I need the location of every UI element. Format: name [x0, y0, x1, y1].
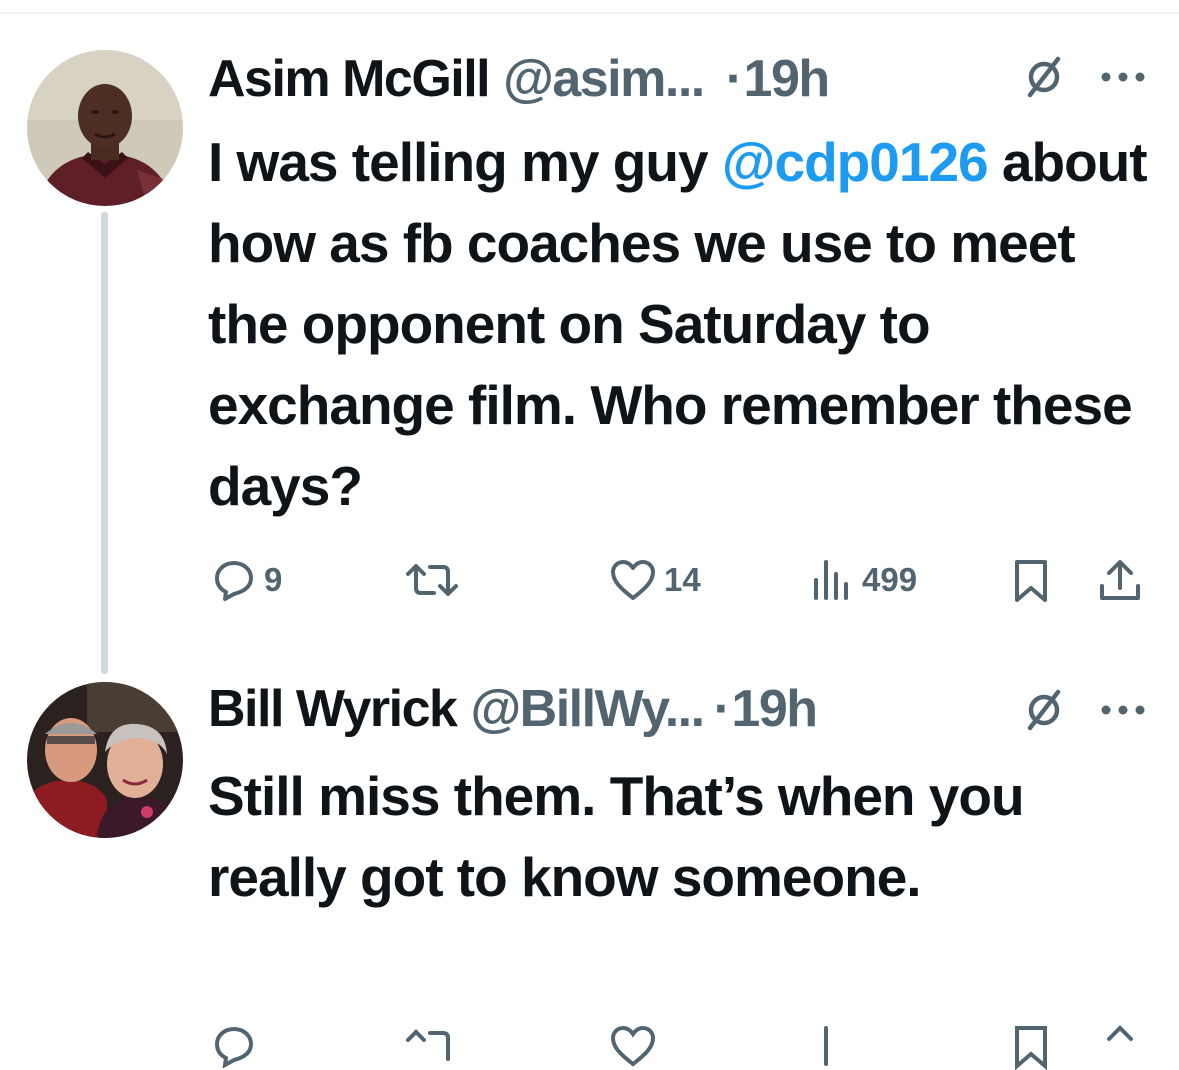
like-button[interactable]: 14 — [610, 558, 701, 602]
views-icon — [824, 1026, 828, 1066]
share-icon — [1107, 1025, 1133, 1041]
views-count: 499 — [862, 561, 918, 598]
share-button[interactable] — [1098, 1024, 1142, 1070]
views-button[interactable]: 499 — [810, 558, 917, 602]
retweet-button[interactable] — [404, 1026, 460, 1066]
tweet-text: Still miss them. That’s when you really … — [208, 756, 1088, 918]
like-count: 14 — [664, 561, 701, 598]
reply-button[interactable] — [212, 1024, 256, 1068]
reply-icon — [215, 561, 253, 601]
tweet-header: Asim McGill @asim... · 19h — [208, 44, 831, 114]
grok-icon[interactable] — [1024, 688, 1064, 737]
author-handle[interactable]: @asim... — [503, 49, 705, 109]
bookmark-icon — [1015, 1026, 1047, 1070]
top-divider — [0, 12, 1179, 14]
tweet-text: I was telling my guy @cdp0126 about how … — [208, 122, 1158, 527]
views-button[interactable] — [810, 1024, 854, 1068]
bookmark-button[interactable] — [1012, 1024, 1050, 1070]
separator-dot: · — [713, 680, 731, 738]
like-button[interactable] — [610, 1024, 656, 1068]
heart-icon — [610, 1025, 656, 1067]
more-icon[interactable] — [1100, 70, 1146, 88]
reply-count: 9 — [264, 561, 283, 598]
reply-icon — [214, 1026, 254, 1068]
tweet-header: Bill Wyrick @BillWy... · 19h — [208, 674, 818, 744]
retweet-button[interactable] — [404, 560, 468, 600]
grok-icon[interactable] — [1024, 55, 1064, 104]
avatar-bill[interactable] — [27, 682, 183, 838]
tweet-text-part: I was telling my guy — [208, 131, 722, 193]
heart-icon — [611, 560, 655, 600]
thread-connector-line — [101, 212, 108, 674]
retweet-icon — [406, 1029, 450, 1061]
views-icon — [814, 560, 848, 600]
reply-button[interactable]: 9 — [212, 558, 282, 602]
tweet-text-part: Still miss them. That’s when you really … — [208, 765, 1025, 908]
avatar-asim[interactable] — [27, 50, 183, 206]
more-icon[interactable] — [1100, 703, 1146, 721]
mention-link[interactable]: @cdp0126 — [722, 131, 989, 193]
bookmark-button[interactable] — [1012, 558, 1050, 604]
author-handle[interactable]: @BillWy... — [470, 679, 705, 739]
author-name[interactable]: Asim McGill — [208, 49, 491, 109]
timestamp[interactable]: 19h — [744, 49, 831, 109]
bookmark-icon — [1015, 560, 1047, 602]
author-name[interactable]: Bill Wyrick — [208, 679, 458, 739]
timestamp[interactable]: 19h — [731, 679, 818, 739]
share-icon — [1100, 560, 1140, 600]
retweet-icon — [406, 564, 458, 596]
separator-dot: · — [725, 50, 743, 108]
share-button[interactable] — [1098, 558, 1142, 604]
